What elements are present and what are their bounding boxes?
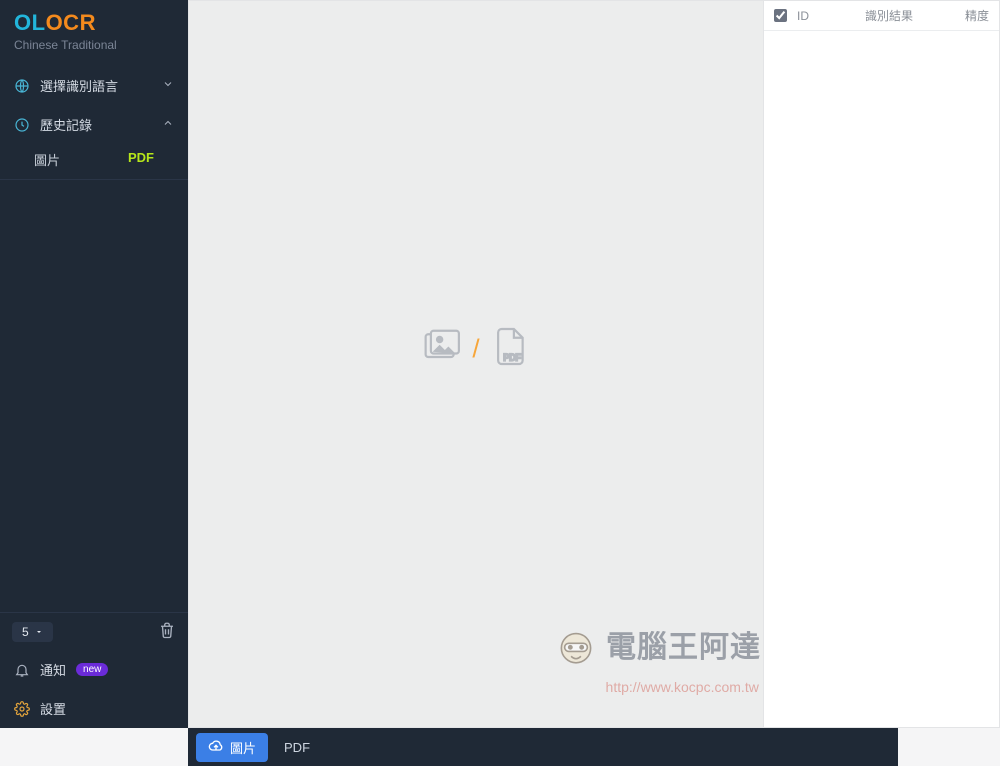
history-tab-image[interactable]: 圖片	[34, 150, 60, 169]
sidebar-item-select-language[interactable]: 選擇識別語言	[0, 66, 188, 105]
drop-zone[interactable]: / PDF 電腦王阿達 http://www.kocpc.com.tw	[188, 0, 764, 728]
watermark-text: 電腦王阿達	[606, 631, 761, 664]
bottom-bar: 圖片 PDF	[188, 728, 898, 766]
slash-separator: /	[472, 334, 479, 365]
col-header-text: 識別結果	[837, 7, 941, 24]
results-header: ID 識別結果 精度	[764, 1, 999, 31]
sidebar-label-history: 歷史記錄	[40, 115, 92, 134]
sidebar-item-notify[interactable]: 通知 new	[0, 650, 188, 689]
page-size-value: 5	[22, 625, 29, 639]
upload-image-button[interactable]: 圖片	[196, 733, 268, 762]
sidebar-item-history[interactable]: 歷史記錄	[0, 105, 188, 144]
image-file-icon	[420, 326, 462, 373]
drop-hint: / PDF	[420, 326, 531, 373]
notify-badge: new	[76, 663, 108, 676]
brand-block: OLOCR Chinese Traditional	[0, 0, 188, 60]
watermark-url: http://www.kocpc.com.tw	[606, 679, 759, 695]
history-paging-row: 5	[0, 612, 188, 650]
results-panel: ID 識別結果 精度	[764, 0, 1000, 728]
cloud-upload-icon	[208, 738, 224, 757]
sidebar-item-settings[interactable]: 設置	[0, 689, 188, 728]
col-header-id: ID	[797, 9, 837, 23]
pdf-file-icon: PDF	[490, 326, 532, 373]
svg-text:PDF: PDF	[504, 353, 522, 363]
sidebar: OLOCR Chinese Traditional 選擇識別語言	[0, 0, 188, 728]
page-size-select[interactable]: 5	[12, 622, 53, 642]
app-logo: OLOCR	[14, 10, 174, 36]
gear-icon	[14, 701, 30, 717]
watermark: 電腦王阿達 http://www.kocpc.com.tw	[550, 622, 761, 697]
sidebar-label-select-language: 選擇識別語言	[40, 76, 118, 95]
history-icon	[14, 117, 30, 133]
upload-pdf-button[interactable]: PDF	[276, 740, 318, 755]
sidebar-label-settings: 設置	[40, 699, 66, 718]
chevron-up-icon	[162, 117, 174, 132]
caret-down-icon	[35, 628, 43, 636]
chevron-down-icon	[162, 78, 174, 93]
upload-image-label: 圖片	[230, 738, 256, 757]
col-header-accuracy: 精度	[941, 7, 989, 24]
history-tab-pdf[interactable]: PDF	[128, 150, 154, 169]
select-all-checkbox[interactable]	[774, 9, 787, 22]
sidebar-label-notify: 通知	[40, 660, 66, 679]
globe-icon	[14, 78, 30, 94]
trash-icon[interactable]	[158, 621, 176, 642]
history-tabs: 圖片 PDF	[0, 144, 188, 180]
bell-icon	[14, 662, 30, 678]
language-caption: Chinese Traditional	[14, 38, 174, 52]
